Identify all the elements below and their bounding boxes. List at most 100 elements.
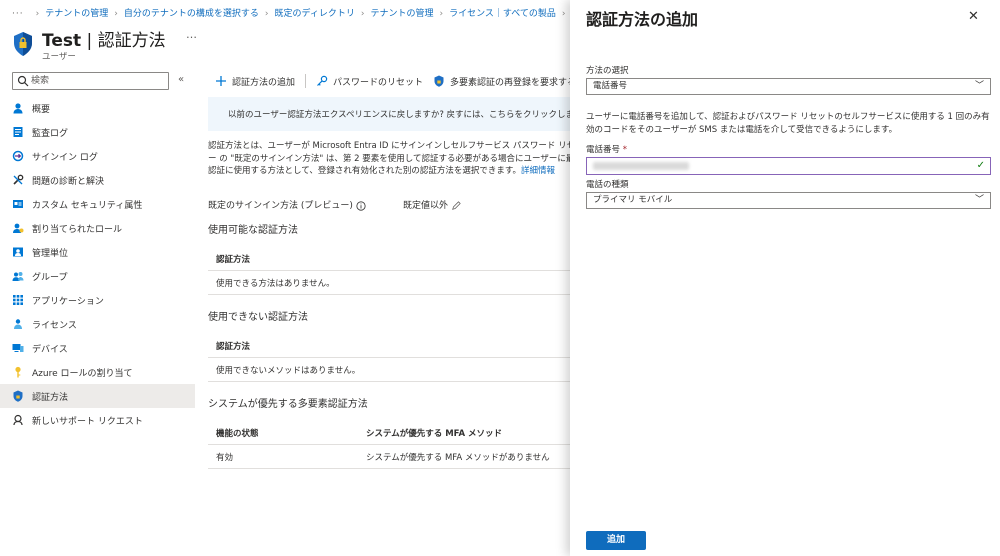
key-icon [15,366,21,378]
sidebar-item-label: アプリケーション [32,296,104,307]
checkmark-icon: ✓ [976,160,985,171]
sidebar-item-label: 割り当てられたロール [32,224,123,235]
breadcrumb-item[interactable]: 自分のテナントの構成を選択する [124,9,259,19]
toolbar-divider [305,74,307,88]
method-select-label: 方法の選択 [586,66,629,76]
more-icon[interactable]: … [186,28,197,41]
table-header: 機能の状態 システムが優先する MFA メソッド [208,421,570,445]
sidebar-item-audit-log[interactable]: 監査ログ [0,120,195,144]
sidebar-item-label: 認証方法 [32,392,69,403]
required-mark: * [622,145,627,155]
collapse-sidebar-icon[interactable]: « [178,74,184,85]
wrench-icon [13,174,24,185]
sidebar-item-custom-security-attributes[interactable]: カスタム セキュリティ属性 [0,192,195,216]
assigned-roles-icon [13,223,24,233]
key-icon [317,75,328,86]
sidebar-item-devices[interactable]: デバイス [0,336,195,360]
breadcrumb: ··· › テナントの管理 › 自分のテナントの構成を選択する › 既定のディレクトリ › テナ… [12,9,566,19]
admin-units-icon [13,247,23,257]
redacted-phone-value [593,162,689,170]
page-subtitle: ユーザー [42,52,76,62]
chevron-down-icon: ﹀ [974,81,984,91]
page-title: Test | 認証方法 [42,31,166,51]
phone-number-label-text: 電話番号 [586,145,621,155]
description-line: 認証方法とは、ユーザーが Microsoft Entra ID にサインインしセ… [208,141,570,151]
shield-icon [434,75,444,87]
sidebar-nav: 概要 監査ログ サインイン ログ 問題の診断と解決 カスタム セキュリティ属性 … [0,96,195,432]
sidebar-item-licenses[interactable]: ライセンス [0,312,195,336]
sidebar-item-applications[interactable]: アプリケーション [0,288,195,312]
breadcrumb-item[interactable]: 既定のディレクトリ [274,9,354,19]
require-mfa-reregister-button[interactable]: 多要素認証の再登録を要求する [433,75,576,88]
usable-methods-title: 使用可能な認証方法 [208,225,298,236]
panel-title: 認証方法の追加 [586,10,699,29]
sidebar-item-groups[interactable]: グループ [0,264,195,288]
table-row: 使用できないメソッドはありません。 [208,358,570,382]
shield-icon [14,32,32,56]
unusable-methods-title: 使用できない認証方法 [208,312,308,323]
method-select-value: 電話番号 [593,81,628,91]
phone-type-label: 電話の種類 [586,180,629,190]
applications-icon [13,295,23,305]
sidebar-item-authentication-methods[interactable]: 認証方法 [0,384,195,408]
feature-status: 有効 [216,452,234,463]
empty-message: 使用できる方法はありません。 [216,278,335,289]
sidebar-item-label: カスタム セキュリティ属性 [32,200,143,211]
system-preferred-mfa-table: 機能の状態 システムが優先する MFA メソッド 有効 システムが優先する MFA … [208,421,570,469]
phone-number-input[interactable]: ✓ [586,157,991,175]
column-header: 機能の状態 [216,428,259,439]
breadcrumb-overflow-icon[interactable]: ··· [12,9,24,19]
chevron-down-icon: ﹀ [974,195,984,205]
edit-icon[interactable] [451,200,461,211]
phone-number-label: 電話番号 * [586,143,627,155]
breadcrumb-item[interactable]: ライセンス｜すべての製品 [449,9,556,19]
sidebar-item-label: グループ [32,272,68,283]
sidebar-item-troubleshoot[interactable]: 問題の診断と解決 [0,168,195,192]
phone-type-select[interactable]: プライマリ モバイル ﹀ [586,192,991,209]
reset-password-label: パスワードのリセット [333,77,424,88]
info-banner[interactable]: 以前のユーザー認証方法エクスペリエンスに戻しますか? 戻すには、こちらをクリック… [208,97,570,131]
sidebar-item-admin-units[interactable]: 管理単位 [0,240,195,264]
learn-more-link[interactable]: 詳細情報 [521,166,555,176]
require-mfa-label: 多要素認証の再登録を要求する [450,77,577,88]
default-signin-value: 既定値以外 [403,198,461,211]
security-attributes-icon [13,200,23,208]
sidebar-item-label: 監査ログ [32,128,69,139]
column-header: 認証方法 [216,341,251,352]
default-signin-value-text: 既定値以外 [403,201,449,211]
sidebar-item-sign-in-log[interactable]: サインイン ログ [0,144,195,168]
mfa-method-value: システムが優先する MFA メソッドがありません [366,452,550,463]
sidebar-item-overview[interactable]: 概要 [0,96,195,120]
info-circle-icon[interactable] [356,200,366,211]
sidebar-item-label: Azure ロールの割り当て [32,368,133,379]
add-method-button[interactable]: 認証方法の追加 [215,75,295,88]
description-line: 認証に使用する方法として、登録され有効化された別の認証方法を選択できます。 [208,166,521,176]
usable-methods-table: 認証方法 使用できる方法はありません。 [208,247,570,295]
empty-message: 使用できないメソッドはありません。 [216,365,361,376]
licenses-icon [14,319,22,329]
add-button[interactable]: 追加 [586,531,646,550]
panel-description: ユーザーに電話番号を追加して、認証およびパスワード リセットのセルフサービスに使… [586,112,990,135]
description: 認証方法とは、ユーザーが Microsoft Entra ID にサインインしセ… [208,140,570,180]
person-icon [13,103,23,114]
sidebar-item-new-support-request[interactable]: 新しいサポート リクエスト [0,408,195,432]
sidebar-item-label: 概要 [32,104,51,115]
banner-text: 以前のユーザー認証方法エクスペリエンスに戻しますか? 戻すには、こちらをクリック… [228,110,570,120]
sidebar-item-assigned-roles[interactable]: 割り当てられたロール [0,216,195,240]
method-select[interactable]: 電話番号 ﹀ [586,78,991,95]
column-header: 認証方法 [216,254,251,265]
search-placeholder: 検索 [31,76,50,86]
plus-icon [216,76,226,86]
reset-password-button[interactable]: パスワードのリセット [316,75,423,88]
breadcrumb-item[interactable]: テナントの管理 [370,9,433,19]
table-row: 有効 システムが優先する MFA メソッドがありません [208,445,570,469]
close-icon[interactable]: ✕ [968,9,979,24]
groups-icon [12,272,24,281]
sidebar-item-azure-role-assignments[interactable]: Azure ロールの割り当て [0,360,195,384]
search-input[interactable]: 検索 [12,72,169,90]
breadcrumb-item[interactable]: テナントの管理 [45,9,108,19]
phone-type-value: プライマリ モバイル [593,195,673,205]
sidebar-item-label: 問題の診断と解決 [32,176,105,187]
unusable-methods-table: 認証方法 使用できないメソッドはありません。 [208,334,570,382]
page-header: Test | 認証方法 … ユーザー [12,26,572,66]
